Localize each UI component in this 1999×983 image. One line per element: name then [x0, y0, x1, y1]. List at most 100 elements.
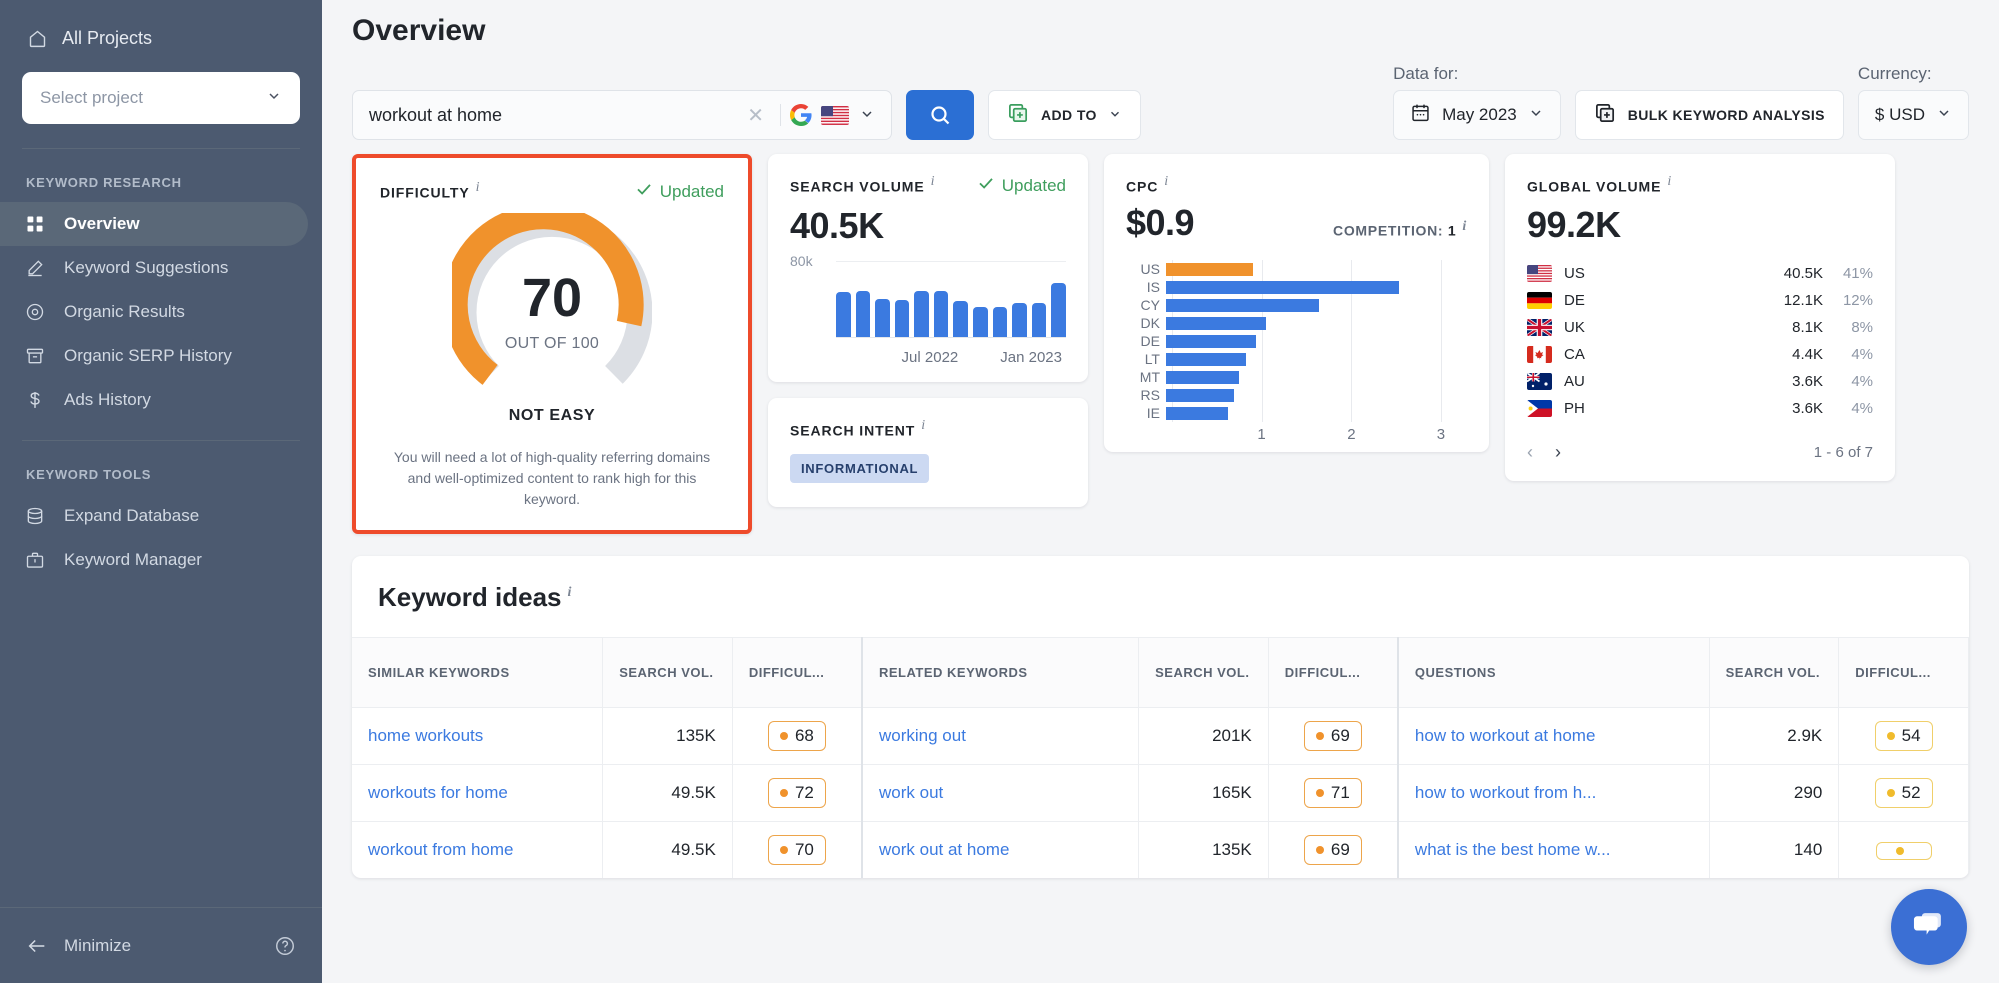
difficulty-gauge: 70 OUT OF 100 — [380, 213, 724, 401]
search-volume-updated-label: Updated — [1001, 175, 1066, 195]
search-box[interactable]: ✕ — [352, 90, 892, 140]
sidebar-all-projects[interactable]: All Projects — [22, 18, 300, 58]
difficulty-badge[interactable]: 54 — [1874, 721, 1933, 751]
question-link[interactable]: how to workout from h... — [1397, 764, 1710, 822]
col-questions-difficulty[interactable]: DIFFICUL... — [1838, 637, 1969, 708]
sidebar-item-overview[interactable]: Overview — [0, 202, 308, 246]
cpc-row: IE — [1126, 405, 1459, 421]
col-related-keywords[interactable]: RELATED KEYWORDS — [862, 637, 1140, 708]
prev-page-icon[interactable]: ‹ — [1527, 442, 1533, 463]
difficulty-badge[interactable]: 69 — [1303, 835, 1362, 865]
sidebar-minimize-label[interactable]: Minimize — [64, 936, 274, 956]
list-item: AU 3.6K 4% — [1527, 368, 1873, 395]
info-icon[interactable]: i — [1462, 219, 1467, 234]
sidebar-item-organic-results[interactable]: Organic Results — [0, 290, 308, 334]
volume-value: 12.1K — [1783, 292, 1823, 310]
difficulty-badge[interactable]: 71 — [1303, 778, 1362, 808]
bar — [875, 299, 890, 337]
search-intent-badge[interactable]: INFORMATIONAL — [790, 454, 930, 484]
sidebar-item-expand-database[interactable]: Expand Database — [0, 494, 308, 538]
search-volume-updated: Updated — [977, 174, 1066, 197]
similar-search-vol: 135K — [602, 707, 733, 765]
search-volume-title: SEARCH VOLUME i — [790, 174, 935, 196]
related-keyword-link[interactable]: work out — [862, 764, 1140, 822]
similar-keyword-link[interactable]: workouts for home — [352, 764, 604, 822]
chevron-down-icon[interactable] — [859, 106, 875, 125]
info-icon[interactable]: i — [931, 174, 935, 189]
difficulty-updated-label: Updated — [659, 181, 724, 201]
info-icon[interactable]: i — [1164, 174, 1168, 189]
keyword-ideas-panel: Keyword ideas i SIMILAR KEYWORDS SEARCH V… — [352, 556, 1969, 878]
country-code: US — [1564, 265, 1585, 283]
data-for-select[interactable]: May 2023 — [1393, 90, 1561, 140]
table-head: SIMILAR KEYWORDS SEARCH VOL. DIFFICUL...… — [352, 637, 1969, 708]
bulk-keyword-analysis-button[interactable]: BULK KEYWORD ANALYSIS — [1574, 90, 1844, 140]
cpc-value-row: $0.9 COMPETITION: 1i — [1126, 202, 1467, 244]
clear-icon[interactable]: ✕ — [739, 103, 772, 128]
cpc-row: IS — [1126, 279, 1459, 295]
database-icon — [24, 505, 46, 527]
sidebar-item-keyword-suggestions[interactable]: Keyword Suggestions — [0, 246, 308, 290]
currency-select[interactable]: $ USD — [1857, 90, 1969, 140]
related-keyword-link[interactable]: work out at home — [862, 821, 1140, 878]
difficulty-badge[interactable] — [1875, 842, 1932, 860]
sidebar-footer: Minimize — [0, 907, 322, 983]
difficulty-badge-value: 68 — [794, 726, 814, 745]
info-icon[interactable]: i — [1667, 174, 1671, 189]
search-input[interactable] — [369, 104, 740, 126]
difficulty-badge[interactable]: 69 — [1303, 721, 1362, 751]
us-flag-icon[interactable] — [821, 105, 849, 125]
sidebar-item-keyword-suggestions-label: Keyword Suggestions — [64, 258, 229, 277]
similar-keyword-link[interactable]: home workouts — [352, 707, 604, 765]
difficulty-updated: Updated — [635, 180, 724, 203]
list-item: UK 8.1K 8% — [1527, 314, 1873, 341]
grid-icon — [24, 213, 46, 235]
chat-button[interactable] — [1891, 889, 1967, 965]
related-search-vol: 135K — [1138, 821, 1269, 878]
similar-keyword-link[interactable]: workout from home — [352, 821, 604, 878]
info-icon[interactable]: i — [476, 180, 480, 195]
info-icon[interactable]: i — [568, 585, 572, 600]
sidebar-item-ads-history[interactable]: Ads History — [0, 378, 308, 422]
sidebar-item-keyword-manager[interactable]: Keyword Manager — [0, 538, 308, 582]
question-link[interactable]: what is the best home w... — [1397, 821, 1710, 878]
col-similar-keywords[interactable]: SIMILAR KEYWORDS — [352, 637, 604, 708]
keyword-ideas-table: SIMILAR KEYWORDS SEARCH VOL. DIFFICUL...… — [352, 637, 1969, 878]
help-icon[interactable] — [274, 935, 296, 957]
table-row: workouts for home 49.5K 72 work out 165K… — [352, 764, 1969, 822]
sidebar-item-organic-serp-history[interactable]: Organic SERP History — [0, 334, 308, 378]
arrow-left-icon[interactable] — [26, 935, 48, 957]
cpc-bar — [1166, 406, 1228, 420]
difficulty-badge[interactable]: 52 — [1874, 778, 1933, 808]
search-button[interactable] — [906, 90, 974, 140]
calendar-icon — [1410, 102, 1431, 128]
google-icon[interactable] — [789, 103, 813, 127]
next-page-icon[interactable]: › — [1555, 442, 1561, 463]
add-to-button[interactable]: ADD TO — [988, 90, 1141, 140]
bar — [933, 290, 949, 337]
difficulty-badge[interactable]: 70 — [767, 835, 826, 865]
col-similar-difficulty[interactable]: DIFFICUL... — [732, 637, 863, 708]
similar-difficulty-cell: 72 — [732, 764, 863, 822]
similar-search-vol: 49.5K — [602, 821, 733, 878]
difficulty-badge[interactable]: 72 — [767, 778, 826, 808]
col-related-difficulty[interactable]: DIFFICUL... — [1268, 637, 1399, 708]
search-volume-chart: 80k — [790, 253, 1066, 345]
question-link[interactable]: how to workout at home — [1397, 707, 1710, 765]
volume-percent: 4% — [1851, 400, 1873, 418]
question-search-vol: 2.9K — [1709, 707, 1840, 765]
col-similar-search-vol[interactable]: SEARCH VOL. — [602, 637, 733, 708]
page-title: Overview — [352, 14, 486, 47]
difficulty-badge[interactable]: 68 — [767, 721, 826, 751]
project-select[interactable]: Select project — [22, 72, 300, 124]
col-questions-search-vol[interactable]: SEARCH VOL. — [1709, 637, 1840, 708]
data-for-label: Data for: — [1393, 64, 1459, 83]
bar — [894, 299, 910, 337]
cpc-bar — [1166, 334, 1256, 348]
cpc-row: DE — [1126, 333, 1459, 349]
info-icon[interactable]: i — [921, 418, 925, 433]
col-questions[interactable]: QUESTIONS — [1397, 637, 1710, 708]
col-related-search-vol[interactable]: SEARCH VOL. — [1138, 637, 1269, 708]
global-volume-list: US 40.5K 41% DE 12.1K 12% UK 8.1K 8% CA … — [1527, 260, 1873, 422]
related-keyword-link[interactable]: working out — [862, 707, 1140, 765]
